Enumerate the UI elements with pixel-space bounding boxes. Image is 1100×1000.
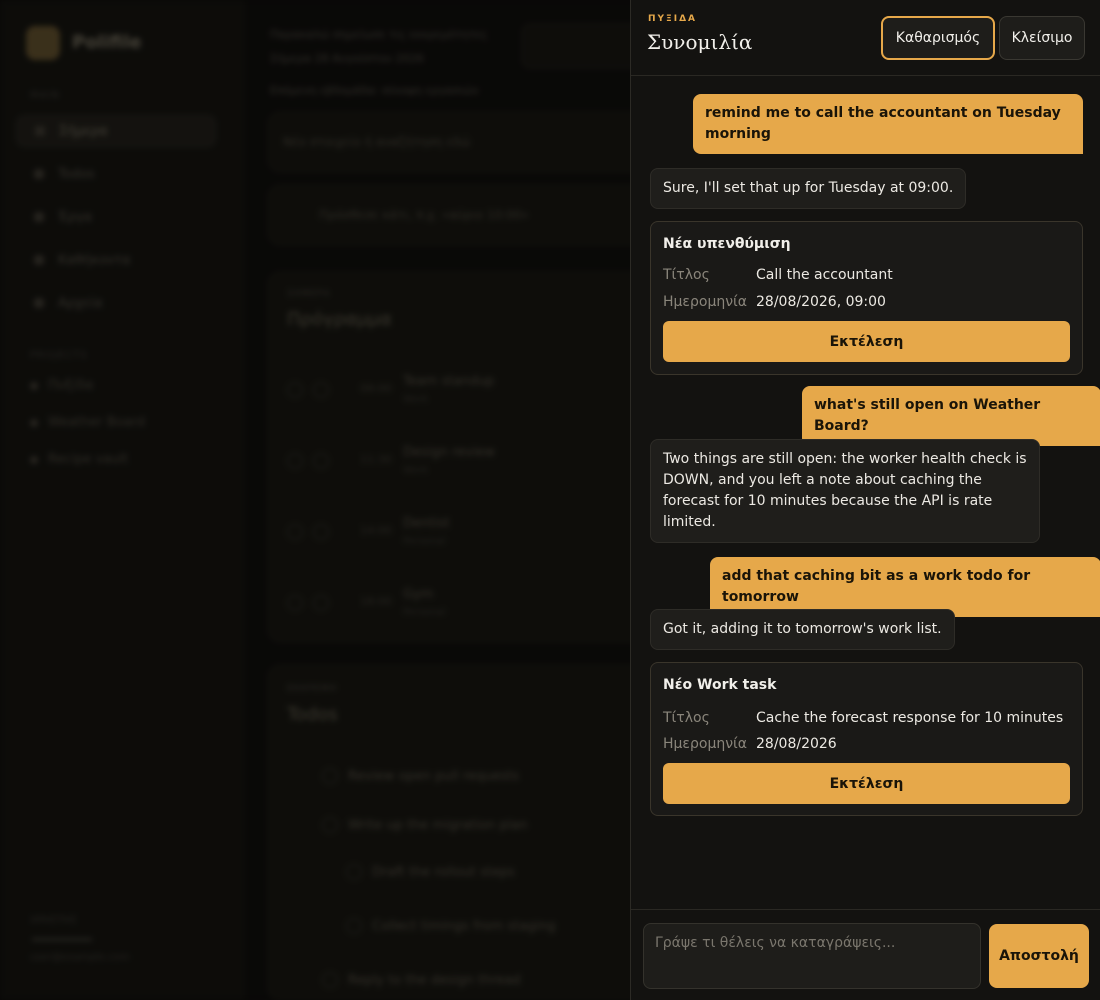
task-card: Νέο Work task Τίτλος Cache the forecast … — [650, 662, 1083, 816]
card-label-date: Ημερομηνία — [663, 294, 748, 310]
message-input[interactable] — [643, 923, 981, 989]
clear-button[interactable]: Καθαρισμός — [881, 16, 995, 60]
chat-panel: ΠΥΞΙΔΑ Συνομιλία Καθαρισμός Κλείσιμο rem… — [630, 0, 1100, 1000]
card-value-date: 28/08/2026, 09:00 — [756, 294, 886, 310]
user-message: remind me to call the accountant on Tues… — [693, 94, 1083, 154]
card-value-date: 28/08/2026 — [756, 736, 837, 752]
chat-header: ΠΥΞΙΔΑ Συνομιλία Καθαρισμός Κλείσιμο — [631, 0, 1100, 76]
assistant-message: Got it, adding it to tomorrow's work lis… — [650, 609, 955, 650]
card-title: Νέα υπενθύμιση — [663, 236, 791, 252]
execute-button[interactable]: Εκτέλεση — [663, 321, 1070, 362]
user-message: add that caching bit as a work todo for … — [710, 557, 1100, 617]
card-label-date: Ημερομηνία — [663, 736, 748, 752]
card-title: Νέο Work task — [663, 677, 777, 693]
card-value-title: Cache the forecast response for 10 minut… — [756, 710, 1064, 726]
assistant-message: Sure, I'll set that up for Tuesday at 09… — [650, 168, 967, 209]
composer: Αποστολή — [631, 909, 1100, 1000]
execute-button[interactable]: Εκτέλεση — [663, 763, 1070, 804]
card-label-title: Τίτλος — [663, 710, 710, 726]
chat-kicker: ΠΥΞΙΔΑ — [648, 14, 698, 24]
send-button[interactable]: Αποστολή — [989, 924, 1089, 988]
assistant-message: Two things are still open: the worker he… — [650, 439, 1040, 543]
user-message: what's still open on Weather Board? — [802, 386, 1100, 446]
reminder-card: Νέα υπενθύμιση Τίτλος Call the accountan… — [650, 221, 1083, 375]
card-value-title: Call the accountant — [756, 267, 893, 283]
message-list[interactable]: remind me to call the accountant on Tues… — [631, 76, 1100, 909]
card-label-title: Τίτλος — [663, 267, 710, 283]
modal-backdrop[interactable] — [0, 0, 630, 1000]
chat-title: Συνομιλία — [647, 30, 753, 54]
close-button[interactable]: Κλείσιμο — [999, 16, 1085, 60]
